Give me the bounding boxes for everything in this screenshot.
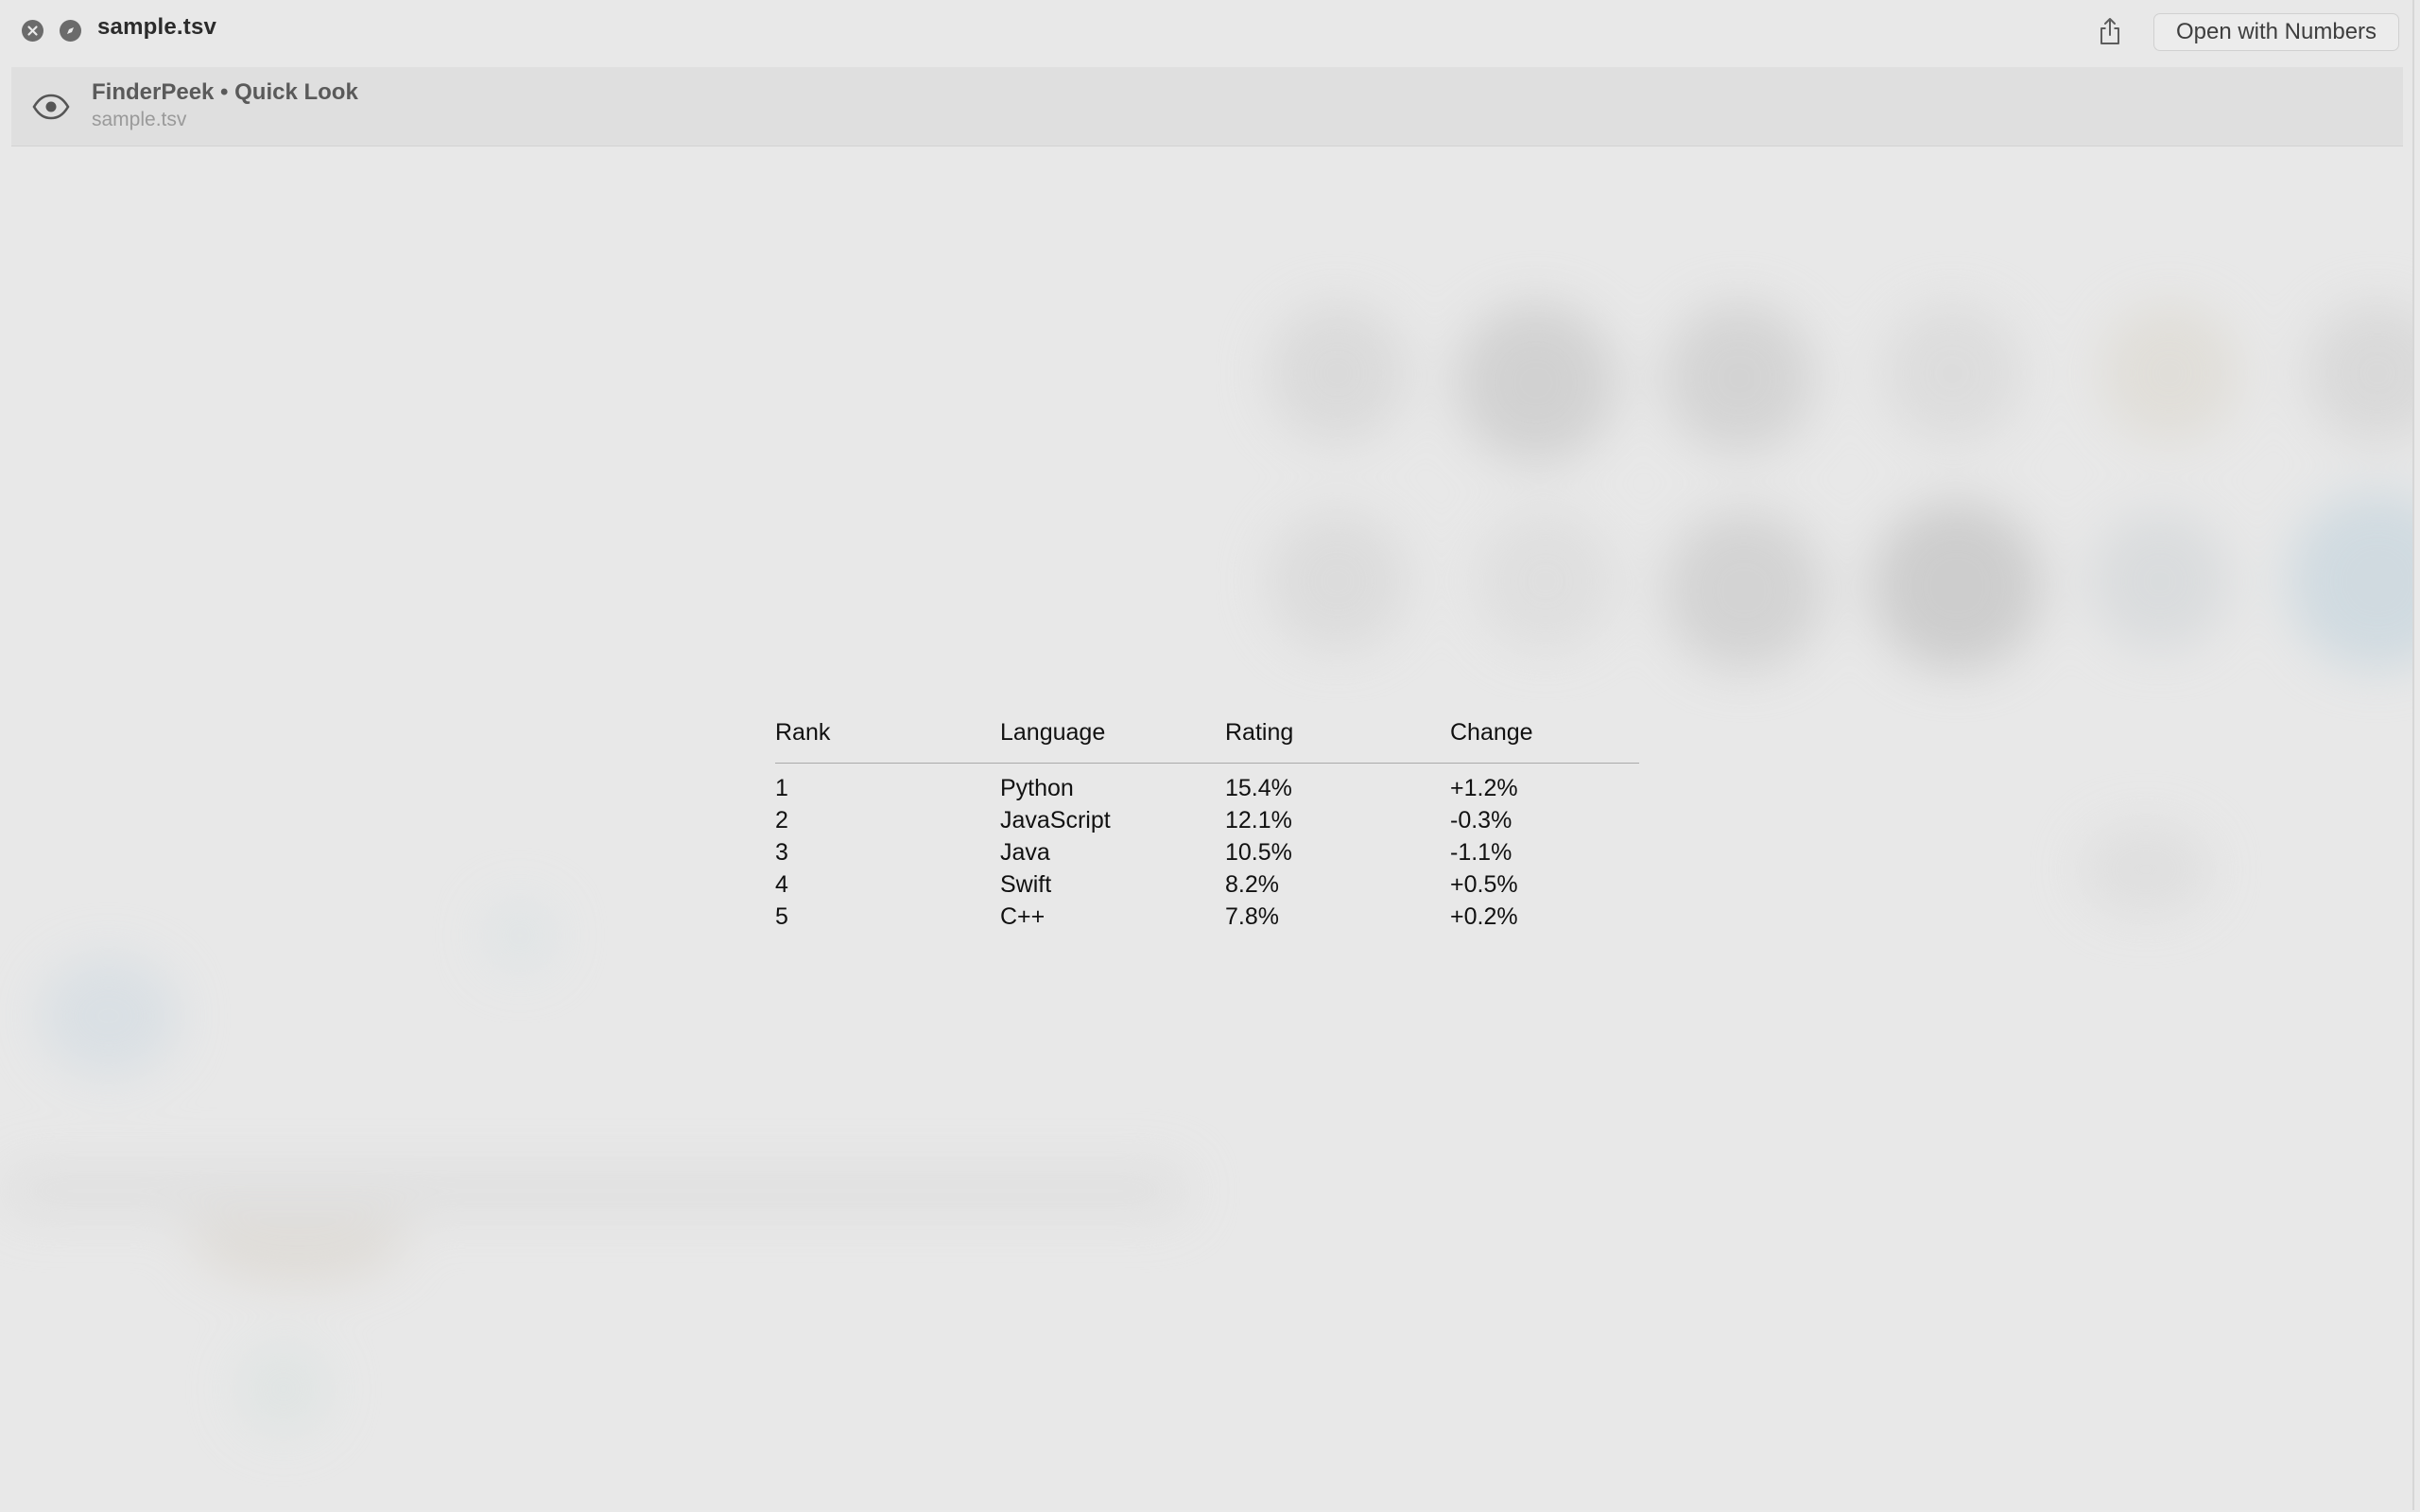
column-header-rank: Rank xyxy=(775,713,1000,764)
cell-language: Python xyxy=(1000,774,1074,801)
close-button[interactable] xyxy=(22,20,43,42)
cell-rank: 1 xyxy=(775,774,788,801)
cell-change: +0.5% xyxy=(1450,870,1518,898)
quick-look-window: sample.tsv Open with Numbers FinderPeek … xyxy=(0,0,2414,1510)
share-icon xyxy=(2100,18,2119,44)
cell-rating: 12.1% xyxy=(1225,806,1292,833)
table-header-row: Rank Language Rating Change xyxy=(775,713,1639,764)
cell-change: +1.2% xyxy=(1450,774,1518,801)
column-header-language: Language xyxy=(1000,713,1225,764)
cell-rank: 5 xyxy=(775,902,788,930)
cell-change: -0.3% xyxy=(1450,806,1512,833)
cell-rating: 8.2% xyxy=(1225,870,1279,898)
data-table: Rank Language Rating Change 1 Python 15.… xyxy=(775,713,1639,933)
open-with-numbers-button[interactable]: Open with Numbers xyxy=(2153,13,2399,51)
close-icon xyxy=(27,26,38,36)
table-row: 5 C++ 7.8% +0.2% xyxy=(775,901,1639,933)
tsv-preview: Rank Language Rating Change 1 Python 15.… xyxy=(775,713,1639,933)
quick-look-banner: FinderPeek • Quick Look sample.tsv xyxy=(11,67,2403,146)
cell-change: +0.2% xyxy=(1450,902,1518,930)
banner-title: FinderPeek • Quick Look xyxy=(92,79,358,105)
cell-rating: 10.5% xyxy=(1225,838,1292,866)
cell-language: Java xyxy=(1000,838,1050,866)
cell-rank: 3 xyxy=(775,838,788,866)
cell-language: C++ xyxy=(1000,902,1046,930)
cell-rank: 2 xyxy=(775,806,788,833)
cell-language: Swift xyxy=(1000,870,1052,898)
eye-icon xyxy=(30,88,72,126)
table-row: 4 Swift 8.2% +0.5% xyxy=(775,868,1639,901)
column-header-change: Change xyxy=(1450,713,1639,764)
cell-change: -1.1% xyxy=(1450,838,1512,866)
compass-icon xyxy=(67,27,74,34)
cell-rank: 4 xyxy=(775,870,788,898)
table-row: 2 JavaScript 12.1% -0.3% xyxy=(775,804,1639,836)
title-bar: sample.tsv Open with Numbers xyxy=(0,0,2412,62)
column-header-rating: Rating xyxy=(1225,713,1450,764)
table-row: 3 Java 10.5% -1.1% xyxy=(775,836,1639,868)
cell-language: JavaScript xyxy=(1000,806,1111,833)
table-row: 1 Python 15.4% +1.2% xyxy=(775,763,1639,804)
banner-subtitle: sample.tsv xyxy=(92,109,187,130)
share-button[interactable] xyxy=(2094,13,2126,49)
cell-rating: 15.4% xyxy=(1225,774,1292,801)
fullscreen-button[interactable] xyxy=(60,20,81,42)
window-title: sample.tsv xyxy=(97,14,217,40)
cell-rating: 7.8% xyxy=(1225,902,1279,930)
